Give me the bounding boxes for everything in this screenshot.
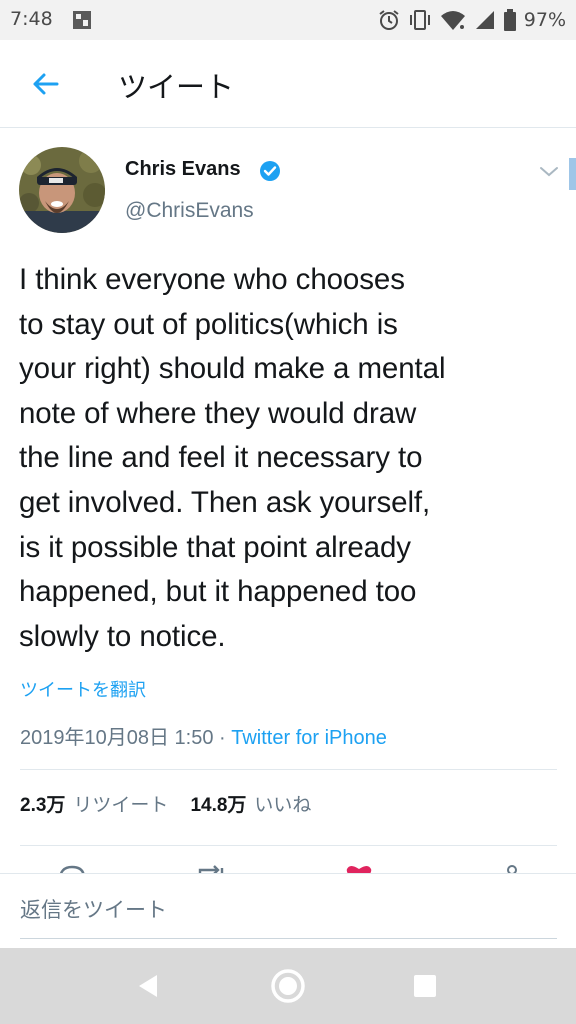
tweet-text-line: your right) should make a mental — [19, 352, 446, 386]
verified-badge-icon — [259, 160, 281, 182]
app-bar: ツイート — [0, 40, 576, 128]
tweet-stats: 2.3万 リツイート 14.8万 いいね — [20, 790, 311, 817]
author-handle[interactable]: @ChrisEvans — [125, 199, 254, 223]
tweet-text-line: slowly to notice. — [19, 619, 226, 653]
nav-back-icon[interactable] — [130, 968, 166, 1004]
retweet-label: リツイート — [73, 795, 169, 816]
action-row — [0, 860, 576, 874]
tweet-text: I think everyone who chooses to stay out… — [19, 258, 559, 659]
retweet-stat[interactable]: 2.3万 リツイート — [20, 795, 168, 816]
signal-icon — [474, 9, 496, 31]
tweet-text-line: happened, but it happened too — [19, 575, 417, 609]
translate-link[interactable]: ツイートを翻訳 — [20, 676, 146, 702]
like-stat[interactable]: 14.8万 いいね — [190, 795, 311, 816]
tweet-text-line: get involved. Then ask yourself, — [19, 485, 431, 519]
arrow-left-icon — [33, 73, 59, 95]
status-time: 7:48 — [10, 8, 53, 30]
back-button[interactable] — [22, 64, 68, 104]
reply-input[interactable]: 返信をツイート — [20, 894, 167, 924]
tweet-text-line: the line and feel it necessary to — [19, 441, 423, 475]
avatar[interactable] — [19, 147, 105, 233]
like-count: 14.8万 — [190, 795, 247, 816]
reply-bar: 返信をツイート — [0, 873, 576, 945]
status-icons: 97% — [378, 7, 566, 33]
vibrate-icon — [408, 9, 432, 31]
tweet-text-line: I think everyone who chooses — [19, 263, 405, 296]
tweet-text-line: to stay out of politics(which is — [19, 307, 398, 341]
tweet-text-line: note of where they would draw — [19, 396, 417, 430]
navigation-bar — [0, 948, 576, 1024]
tweet-text-line: is it possible that point already — [19, 530, 411, 564]
battery-percent: 97% — [523, 9, 566, 31]
scrollbar-thumb[interactable] — [569, 158, 576, 190]
divider — [20, 845, 557, 846]
meta-separator: · — [213, 727, 232, 749]
alarm-icon — [378, 9, 400, 31]
chevron-down-icon[interactable] — [536, 160, 562, 182]
nav-recents-icon[interactable] — [407, 968, 443, 1004]
divider — [20, 769, 557, 770]
reply-underline — [20, 938, 557, 939]
like-label: いいね — [254, 795, 312, 816]
page-title: ツイート — [118, 70, 235, 104]
status-bar: 7:48 97% — [0, 0, 576, 40]
retweet-count: 2.3万 — [20, 795, 66, 816]
nav-home-icon[interactable] — [270, 968, 306, 1004]
tweet-source-link[interactable]: Twitter for iPhone — [231, 727, 387, 749]
photo-icon — [72, 10, 92, 30]
wifi-icon — [440, 9, 466, 31]
author-name[interactable]: Chris Evans — [125, 158, 241, 181]
tweet-meta: 2019年10月08日 1:50 · Twitter for iPhone — [20, 721, 387, 750]
tweet-timestamp: 2019年10月08日 1:50 — [20, 727, 214, 749]
battery-icon — [503, 9, 516, 31]
